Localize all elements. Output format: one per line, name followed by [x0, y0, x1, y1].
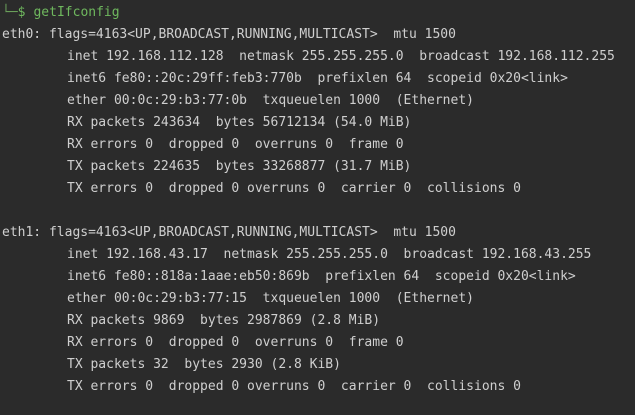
eth0-rx-errors-line: RX errors 0 dropped 0 overruns 0 frame 0 — [67, 137, 404, 152]
eth1-rx-packets-line: RX packets 9869 bytes 2987869 (2.8 MiB) — [67, 313, 381, 328]
prompt-line: └─$ getIfconfig — [2, 2, 120, 24]
eth1-rx-errors-line: RX errors 0 dropped 0 overruns 0 frame 0 — [67, 335, 404, 350]
eth0-inet-line: inet 192.168.112.128 netmask 255.255.255… — [67, 49, 615, 64]
eth1-tx-packets-line: TX packets 32 bytes 2930 (2.8 KiB) — [67, 357, 341, 372]
eth0-rx-packets-line: RX packets 243634 bytes 56712134 (54.0 M… — [67, 115, 412, 130]
eth0-inet6-line: inet6 fe80::20c:29ff:feb3:770b prefixlen… — [67, 71, 568, 86]
eth1-header-line: eth1: flags=4163<UP,BROADCAST,RUNNING,MU… — [2, 225, 456, 240]
eth0-header-line: eth0: flags=4163<UP,BROADCAST,RUNNING,MU… — [2, 27, 456, 42]
prompt-symbol: $ — [17, 5, 26, 20]
prompt-corner-glyph: └─ — [2, 5, 18, 20]
command-text: getIfconfig — [33, 5, 120, 20]
terminal-output[interactable]: └─$ getIfconfig eth0: flags=4163<UP,BROAD… — [0, 0, 635, 415]
eth0-tx-packets-line: TX packets 224635 bytes 33268877 (31.7 M… — [67, 159, 412, 174]
eth1-tx-errors-line: TX errors 0 dropped 0 overruns 0 carrier… — [67, 379, 521, 394]
eth1-ether-line: ether 00:0c:29:b3:77:15 txqueuelen 1000 … — [67, 291, 474, 306]
eth1-inet6-line: inet6 fe80::818a:1aae:eb50:869b prefixle… — [67, 269, 576, 284]
eth0-ether-line: ether 00:0c:29:b3:77:0b txqueuelen 1000 … — [67, 93, 474, 108]
eth0-tx-errors-line: TX errors 0 dropped 0 overruns 0 carrier… — [67, 181, 521, 196]
eth1-inet-line: inet 192.168.43.17 netmask 255.255.255.0… — [67, 247, 592, 262]
